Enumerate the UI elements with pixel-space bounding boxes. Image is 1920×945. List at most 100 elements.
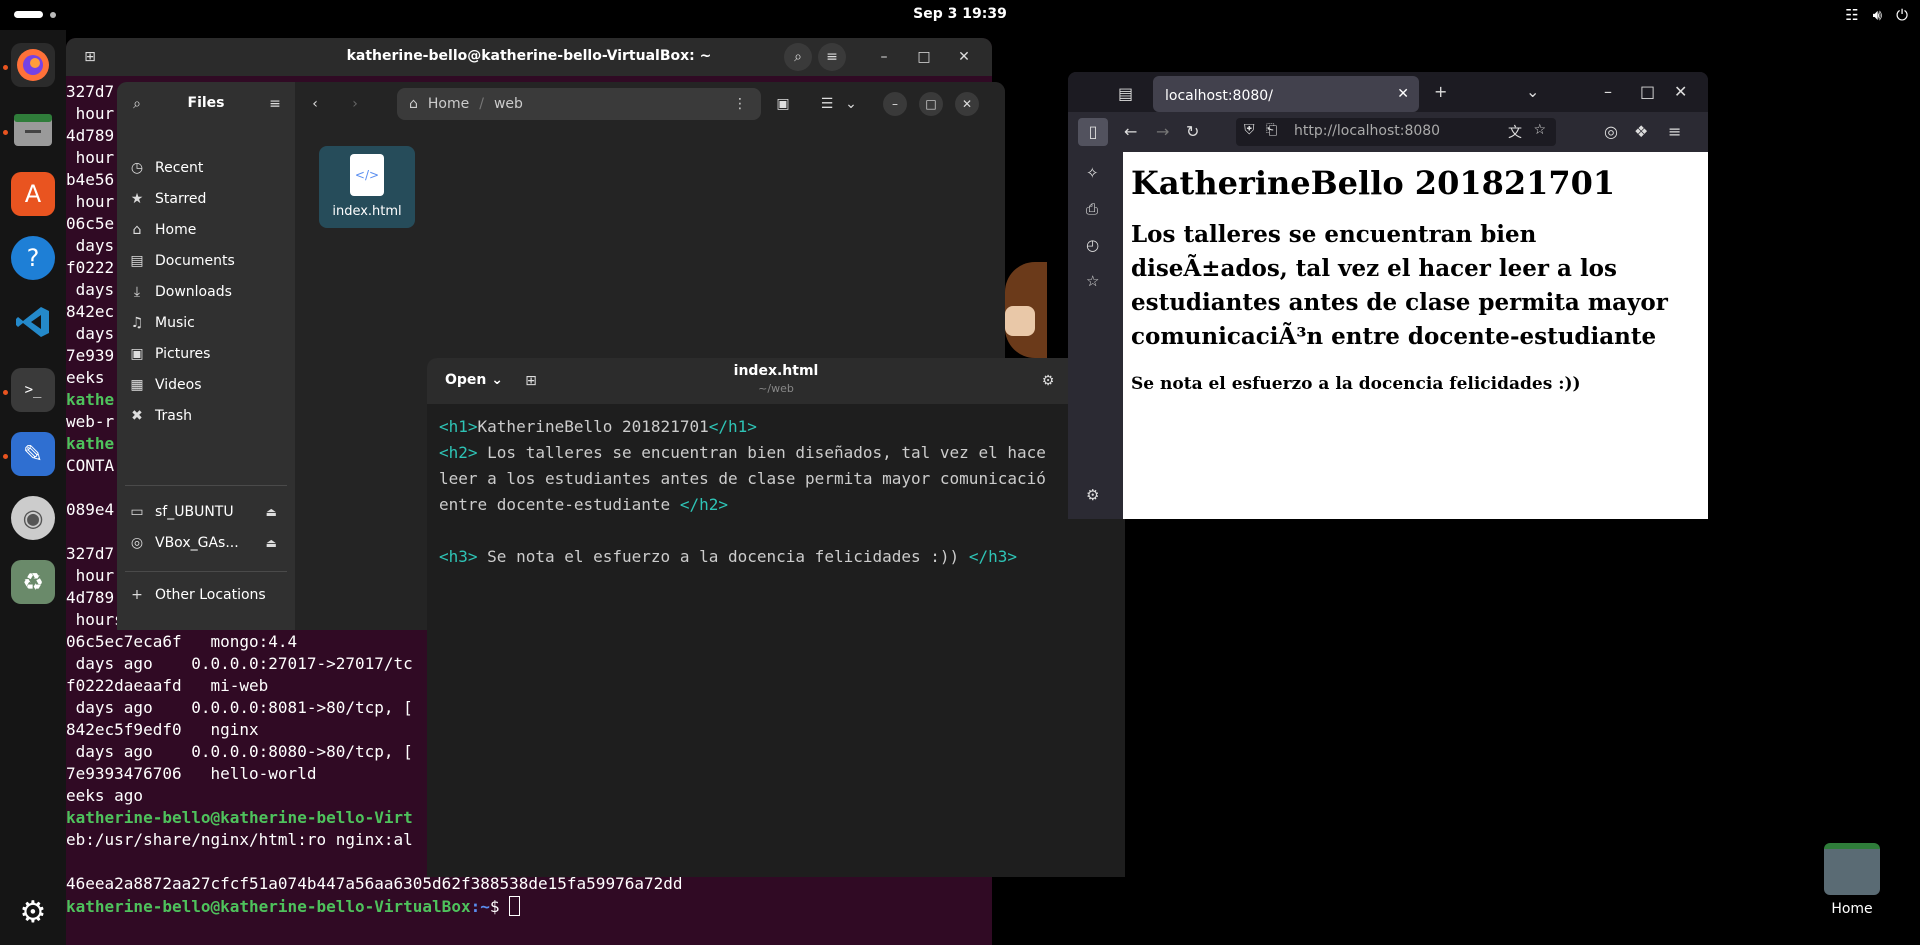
settings-icon[interactable]: ⚙ [1034,367,1062,395]
prompt-path: :~ [470,897,490,916]
tab-localhost[interactable]: localhost:8080/ ✕ [1153,76,1419,112]
breadcrumb-current[interactable]: web [494,96,523,112]
code-line: <h1>KatherineBello 201821701</h1> [439,414,1119,440]
search-icon[interactable]: ⌕ [784,43,812,71]
prompt-user: katherine-bello@katherine-bello-VirtualB… [66,897,471,916]
minimize-icon[interactable]: – [870,43,898,71]
reload-icon[interactable]: ↻ [1186,122,1199,141]
sidebar-item-music[interactable]: ♫ Music [129,307,287,339]
camera-icon[interactable]: ▣ [769,90,797,118]
sidebar-item-documents[interactable]: ▤ Documents [129,245,287,277]
terminal-title: katherine-bello@katherine-bello-VirtualB… [346,48,712,64]
clock-icon: ◷ [130,160,144,176]
close-icon[interactable]: ✕ [1674,82,1687,101]
chevron-down-icon[interactable]: ⌄ [837,90,865,118]
show-apps-ubuntu-icon[interactable]: ⚙ [11,890,55,934]
eject-icon[interactable]: ⏏ [266,505,277,519]
text-editor-window[interactable]: Open ⌄ ⊞ index.html ~/web ⚙ ≡ – <h1>Kath… [427,358,1125,877]
maximize-icon[interactable]: □ [1640,82,1655,101]
new-tab-icon[interactable]: + [1434,82,1447,101]
dock: A ? >_ ✎ ◉ ♻ ⚙ [0,30,66,945]
minimize-icon[interactable]: – [1604,82,1612,101]
minimize-icon[interactable]: – [883,92,907,116]
list-tabs-chevron-icon[interactable]: ⌄ [1526,82,1539,101]
sidebar-item-label: Starred [155,191,207,207]
back-icon[interactable]: ← [1124,122,1137,141]
sidebar-drive[interactable]: ▭ sf_UBUNTU ⏏ [129,496,287,528]
sidebar-item-pictures[interactable]: ▣ Pictures [129,338,287,370]
close-icon[interactable]: ✕ [955,92,979,116]
bookmark-star-icon[interactable]: ☆ [1533,122,1546,138]
url-bar[interactable]: ⛨ ⎗ http://localhost:8080 文 ☆ [1236,118,1556,146]
synced-tabs-icon[interactable]: ⎙ [1086,200,1098,218]
desktop-home-icon[interactable]: Home [1822,843,1882,923]
terminal-line: f0222daeaafd mi-web [66,676,269,695]
menu-icon[interactable]: ≡ [261,90,289,118]
breadcrumb-home[interactable]: Home [428,96,469,112]
system-tray[interactable]: ☷ 🔊︎ ⏻ [1845,6,1908,24]
history-icon[interactable]: ◴ [1086,236,1099,254]
menu-icon[interactable]: ≡ [818,43,846,71]
running-indicator [3,130,8,135]
code-text: Los talleres se encuentran bien diseñado… [477,443,1046,462]
menu-icon[interactable]: ≡ [1668,122,1681,141]
translate-icon[interactable]: 文 [1508,122,1522,142]
clock[interactable]: Sep 3 19:39 [0,6,1920,22]
bookmarks-icon[interactable]: ☆ [1086,272,1099,290]
sidebar-item-label: Trash [155,408,192,424]
close-tab-icon[interactable]: ✕ [1397,86,1409,102]
terminal-line: 4d789 [66,126,115,145]
terminal-icon[interactable]: >_ [11,368,55,412]
sidebar-item-recent[interactable]: ◷ Recent [129,152,287,184]
sidebar-item-label: Pictures [155,346,211,362]
close-icon[interactable]: ✕ [950,43,978,71]
text-editor-icon[interactable]: ✎ [11,432,55,476]
sidebar-toggle-icon[interactable]: ▯ [1078,118,1108,146]
sidebar-item-starred[interactable]: ★ Starred [129,183,287,215]
more-icon[interactable]: ⋮ [733,96,747,112]
firefox-icon[interactable] [11,43,55,87]
tab-manager-icon[interactable]: ▤ [1118,84,1133,103]
text-cursor [509,896,521,916]
forward-icon[interactable]: › [341,90,369,118]
sidebar-item-other-locations[interactable]: + Other Locations [129,579,287,611]
terminal-line: kathe [66,390,115,409]
shield-icon[interactable]: ⛨ [1244,122,1255,138]
maximize-icon[interactable]: □ [919,92,943,116]
terminal-line: days ago 0.0.0.0:27017->27017/tc [66,654,413,673]
terminal-line: 842ec5f9edf0 nginx [66,720,259,739]
app-center-icon[interactable]: A [11,172,55,216]
settings-icon[interactable]: ⚙ [1086,486,1099,504]
sidebar-drive[interactable]: ◎ VBox_GAs... ⏏ [129,527,287,559]
optical-disc-icon[interactable]: ◉ [11,496,55,540]
sidebar-item-videos[interactable]: ▦ Videos [129,369,287,401]
account-icon[interactable]: ◎ [1604,122,1618,141]
terminal-line: hour [66,192,115,211]
home-icon: ⌂ [132,222,142,238]
sidebar-item-home[interactable]: ⌂ Home [129,214,287,246]
terminal-line: 06c5ec7eca6f mongo:4.4 [66,632,298,651]
breadcrumb[interactable]: ⌂ Home / web ⋮ [397,88,761,120]
trash-icon[interactable]: ♻ [11,560,55,604]
files-icon[interactable] [11,108,55,152]
editor-text-area[interactable]: <h1>KatherineBello 201821701</h1> <h2> Lo… [439,414,1119,570]
download-icon: ⤓ [133,284,141,300]
eject-icon[interactable]: ⏏ [266,536,277,550]
maximize-icon[interactable]: □ [910,43,938,71]
tab-strip: ▤ localhost:8080/ ✕ + ⌄ – □ ✕ [1068,72,1708,112]
code-text: Se nota el esfuerzo a la docencia felici… [477,547,969,566]
sidebar-item-trash[interactable]: ✖ Trash [129,400,287,432]
forward-icon[interactable]: → [1156,122,1169,141]
firefox-window[interactable]: ▤ localhost:8080/ ✕ + ⌄ – □ ✕ ▯ ← → ↻ ⛨ … [1068,72,1708,519]
vscode-icon[interactable] [11,300,55,344]
code-open-tag: <h3> [439,547,478,566]
file-item-index-html[interactable]: </> index.html [319,146,415,228]
sidebar-item-label: sf_UBUNTU [155,504,234,520]
ai-chatbot-icon[interactable]: ✧ [1086,164,1099,182]
extensions-icon[interactable]: ❖ [1634,122,1648,141]
sidebar-item-downloads[interactable]: ⤓ Downloads [129,276,287,308]
help-icon[interactable]: ? [11,236,55,280]
back-icon[interactable]: ‹ [301,90,329,118]
terminal-prompt[interactable]: katherine-bello@katherine-bello-VirtualB… [66,896,521,916]
top-bar: Sep 3 19:39 ☷ 🔊︎ ⏻ [0,0,1920,30]
